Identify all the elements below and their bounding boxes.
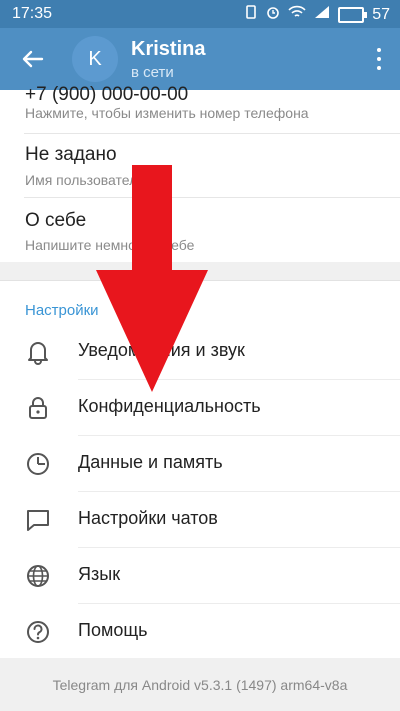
signal-icon bbox=[314, 5, 330, 24]
wifi-icon bbox=[288, 5, 306, 24]
clock-icon bbox=[24, 450, 52, 478]
username-hint: Имя пользователя bbox=[25, 172, 145, 188]
app-version: Telegram для Android v5.3.1 (1497) arm64… bbox=[52, 676, 348, 693]
avatar-letter: K bbox=[88, 47, 102, 70]
vibrate-icon bbox=[244, 5, 258, 24]
section-gap bbox=[0, 262, 400, 281]
battery-icon bbox=[338, 6, 368, 23]
online-status: в сети bbox=[131, 64, 174, 81]
settings-item-notifications[interactable]: Уведомления и звук bbox=[0, 324, 400, 380]
bio-hint: Напишите немного о себе bbox=[25, 237, 195, 253]
version-footer: Telegram для Android v5.3.1 (1497) arm64… bbox=[0, 658, 400, 711]
status-icons: 57 bbox=[244, 5, 390, 24]
avatar[interactable]: K bbox=[72, 36, 118, 82]
menu-dot-icon bbox=[377, 66, 381, 70]
back-arrow-icon bbox=[22, 50, 44, 68]
settings-item-label: Данные и память bbox=[78, 452, 223, 472]
phone-hint: Нажмите, чтобы изменить номер телефона bbox=[25, 105, 309, 121]
phone-value: +7 (900) 000-00-00 bbox=[25, 84, 189, 105]
bell-icon bbox=[24, 338, 52, 366]
menu-dot-icon bbox=[377, 57, 381, 61]
help-icon bbox=[24, 618, 52, 646]
battery-level: 57 bbox=[372, 5, 390, 23]
status-bar: 17:35 57 bbox=[0, 0, 400, 28]
lock-icon bbox=[24, 394, 52, 422]
profile-header: K Kristina в сети bbox=[0, 28, 400, 90]
settings-item-label: Язык bbox=[78, 564, 121, 584]
settings-item-data-storage[interactable]: Данные и память bbox=[0, 436, 400, 492]
username-row[interactable]: Не задано Имя пользователя bbox=[0, 134, 400, 198]
status-time: 17:35 bbox=[12, 5, 53, 22]
bio-value: О себе bbox=[25, 210, 87, 231]
globe-icon bbox=[24, 562, 52, 590]
chat-icon bbox=[24, 506, 52, 534]
phone-row[interactable]: +7 (900) 000-00-00 Нажмите, чтобы измени… bbox=[0, 84, 400, 134]
settings-item-label: Конфиденциальность bbox=[78, 396, 261, 416]
settings-item-label: Уведомления и звук bbox=[78, 340, 245, 360]
settings-item-privacy[interactable]: Конфиденциальность bbox=[0, 380, 400, 436]
alarm-icon bbox=[266, 5, 280, 24]
bio-row[interactable]: О себе Напишите немного о себе bbox=[0, 198, 400, 262]
settings-item-label: Настройки чатов bbox=[78, 508, 218, 528]
settings-item-language[interactable]: Язык bbox=[0, 548, 400, 604]
menu-dot-icon bbox=[377, 48, 381, 52]
settings-item-chat-settings[interactable]: Настройки чатов bbox=[0, 492, 400, 548]
back-button[interactable] bbox=[18, 44, 48, 74]
profile-name: Kristina bbox=[131, 38, 206, 60]
settings-item-help[interactable]: Помощь bbox=[0, 604, 400, 660]
settings-section-title: Настройки bbox=[25, 302, 99, 319]
more-menu-button[interactable] bbox=[372, 48, 386, 70]
settings-item-label: Помощь bbox=[78, 620, 148, 640]
username-value: Не задано bbox=[25, 144, 117, 165]
